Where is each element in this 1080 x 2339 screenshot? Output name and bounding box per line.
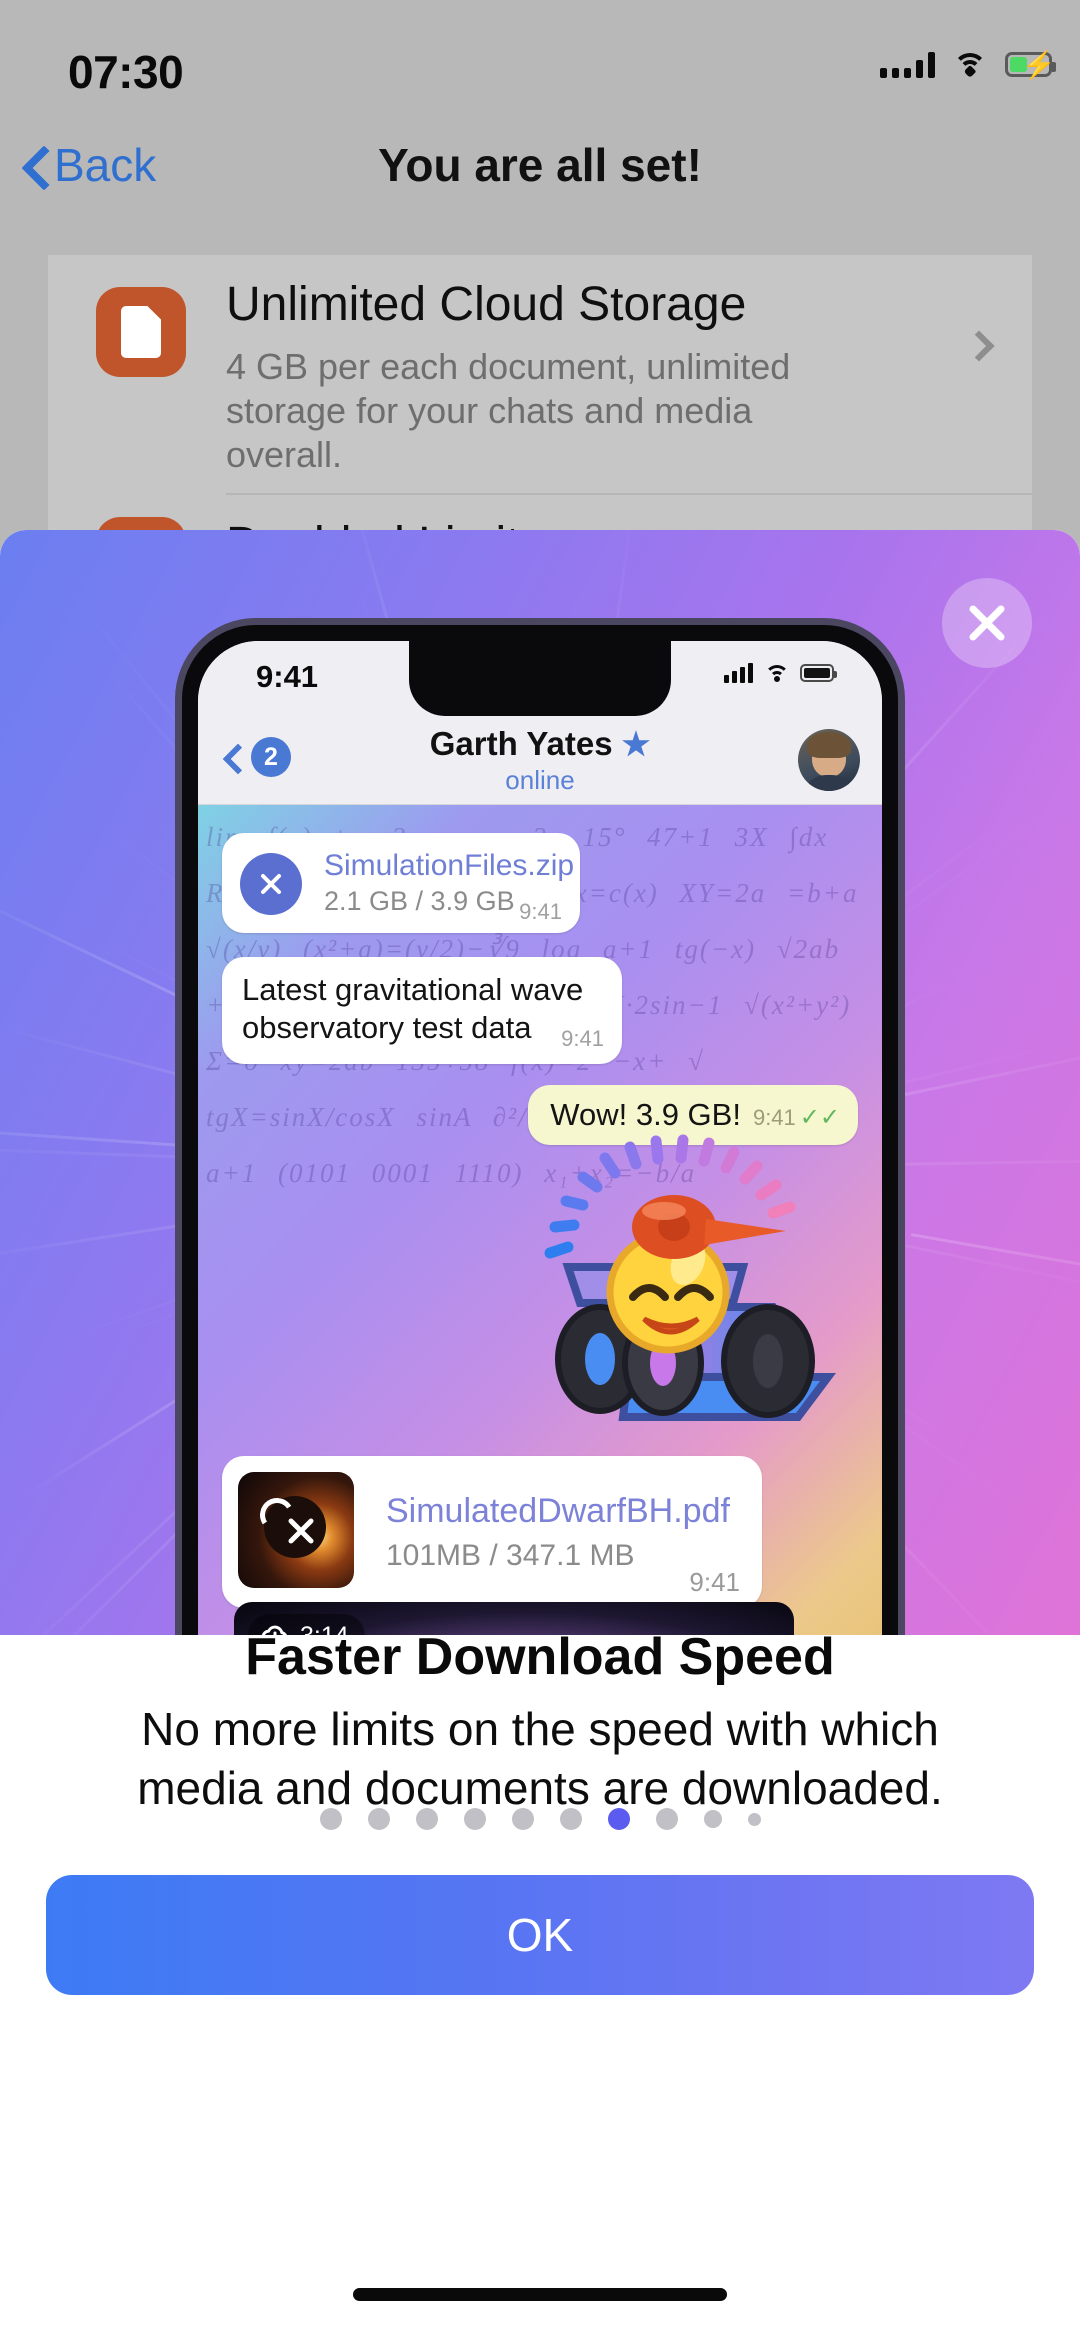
contact-status: online: [505, 765, 575, 795]
device-status-bar: 07:30 ⚡: [0, 0, 1080, 120]
download-progress-ring: [218, 831, 324, 937]
feature-list: Unlimited Cloud Storage 4 GB per each do…: [48, 255, 1032, 607]
pagination-dot[interactable]: [655, 1808, 678, 1830]
pagination-dot[interactable]: [463, 1808, 486, 1830]
message-file-pdf[interactable]: SimulatedDwarfBH.pdf 101MB / 347.1 MB 9:…: [222, 1456, 762, 1608]
message-time: 9:41: [561, 1025, 604, 1051]
message-text: Latest gravitational wave observatory te…: [242, 972, 584, 1046]
contact-name-row: Garth Yates ★: [430, 725, 651, 763]
pagination-dot[interactable]: [703, 1810, 722, 1828]
feature-row-cloud-storage[interactable]: Unlimited Cloud Storage 4 GB per each do…: [48, 255, 1032, 475]
modal-title: Faster Download Speed: [245, 1628, 835, 1686]
feature-title: Unlimited Cloud Storage: [226, 278, 747, 331]
file-name: SimulatedDwarfBH.pdf: [386, 1492, 730, 1530]
feature-subtitle: 4 GB per each document, unlimited storag…: [226, 346, 791, 475]
chat-title-block[interactable]: Garth Yates ★ online: [198, 725, 882, 796]
pagination-dot[interactable]: [607, 1808, 630, 1830]
premium-star-icon: ★: [621, 726, 651, 762]
wifi-icon: [764, 664, 789, 683]
navigation-bar: Back You are all set!: [0, 120, 1080, 215]
pagination-dot[interactable]: [511, 1808, 534, 1830]
battery-full-icon: [800, 664, 837, 682]
chat-header: 2 Garth Yates ★ online: [198, 713, 882, 805]
signal-bars-icon: [880, 50, 935, 78]
pagination-dot[interactable]: [747, 1812, 761, 1826]
phone-mockup: 9:41 2 Garth Yates ★ online lim 15° 47+1…: [182, 625, 898, 1635]
pagination-dot[interactable]: [559, 1808, 582, 1830]
pagination-dots[interactable]: [0, 1808, 1080, 1830]
feature-modal-sheet: 9:41 2 Garth Yates ★ online lim 15° 47+1…: [0, 530, 1080, 2339]
home-indicator: [353, 2288, 727, 2301]
pagination-dot[interactable]: [367, 1808, 390, 1830]
modal-hero: 9:41 2 Garth Yates ★ online lim 15° 47+1…: [0, 530, 1080, 1635]
chat-wallpaper: lim f(x)=±∞ 2aₙ=aₙ₋₁ 2x 15° 47+1 3X ∫dx …: [198, 805, 882, 1635]
page-title: You are all set!: [378, 139, 702, 191]
message-time: 9:41: [519, 899, 562, 924]
row-divider: [226, 493, 1032, 495]
message-time: 9:41: [689, 1567, 740, 1597]
document-icon: [96, 287, 186, 377]
status-bar-clock: 07:30: [68, 46, 184, 98]
phone-status-indicators: [724, 663, 837, 683]
contact-name: Garth Yates: [429, 725, 613, 762]
close-icon[interactable]: [942, 578, 1032, 668]
message-file-zip[interactable]: SimulationFiles.zip 2.1 GB / 3.9 GB 9:41: [218, 831, 580, 937]
modal-description: No more limits on the speed with which m…: [137, 1703, 943, 1814]
avatar[interactable]: [798, 729, 860, 791]
status-bar-indicators: ⚡: [880, 50, 1056, 78]
battery-charging-icon: ⚡: [1005, 51, 1056, 78]
phone-notch: [409, 641, 671, 716]
pagination-dot[interactable]: [319, 1808, 342, 1830]
black-hole-thumbnail: [238, 1472, 354, 1588]
cancel-download-icon[interactable]: [284, 1514, 318, 1553]
message-text-incoming[interactable]: Latest gravitational wave observatory te…: [222, 957, 622, 1064]
file-name: SimulationFiles.zip: [324, 849, 575, 882]
duck-racing-car-illustration: [528, 1127, 858, 1427]
wifi-icon: [953, 51, 987, 78]
chevron-right-icon: [963, 330, 995, 362]
ok-button[interactable]: OK: [46, 1875, 1034, 1995]
signal-bars-icon: [724, 663, 753, 683]
phone-screen: 9:41 2 Garth Yates ★ online lim 15° 47+1…: [198, 641, 882, 1635]
phone-clock: 9:41: [256, 659, 319, 694]
pagination-dot[interactable]: [415, 1808, 438, 1830]
